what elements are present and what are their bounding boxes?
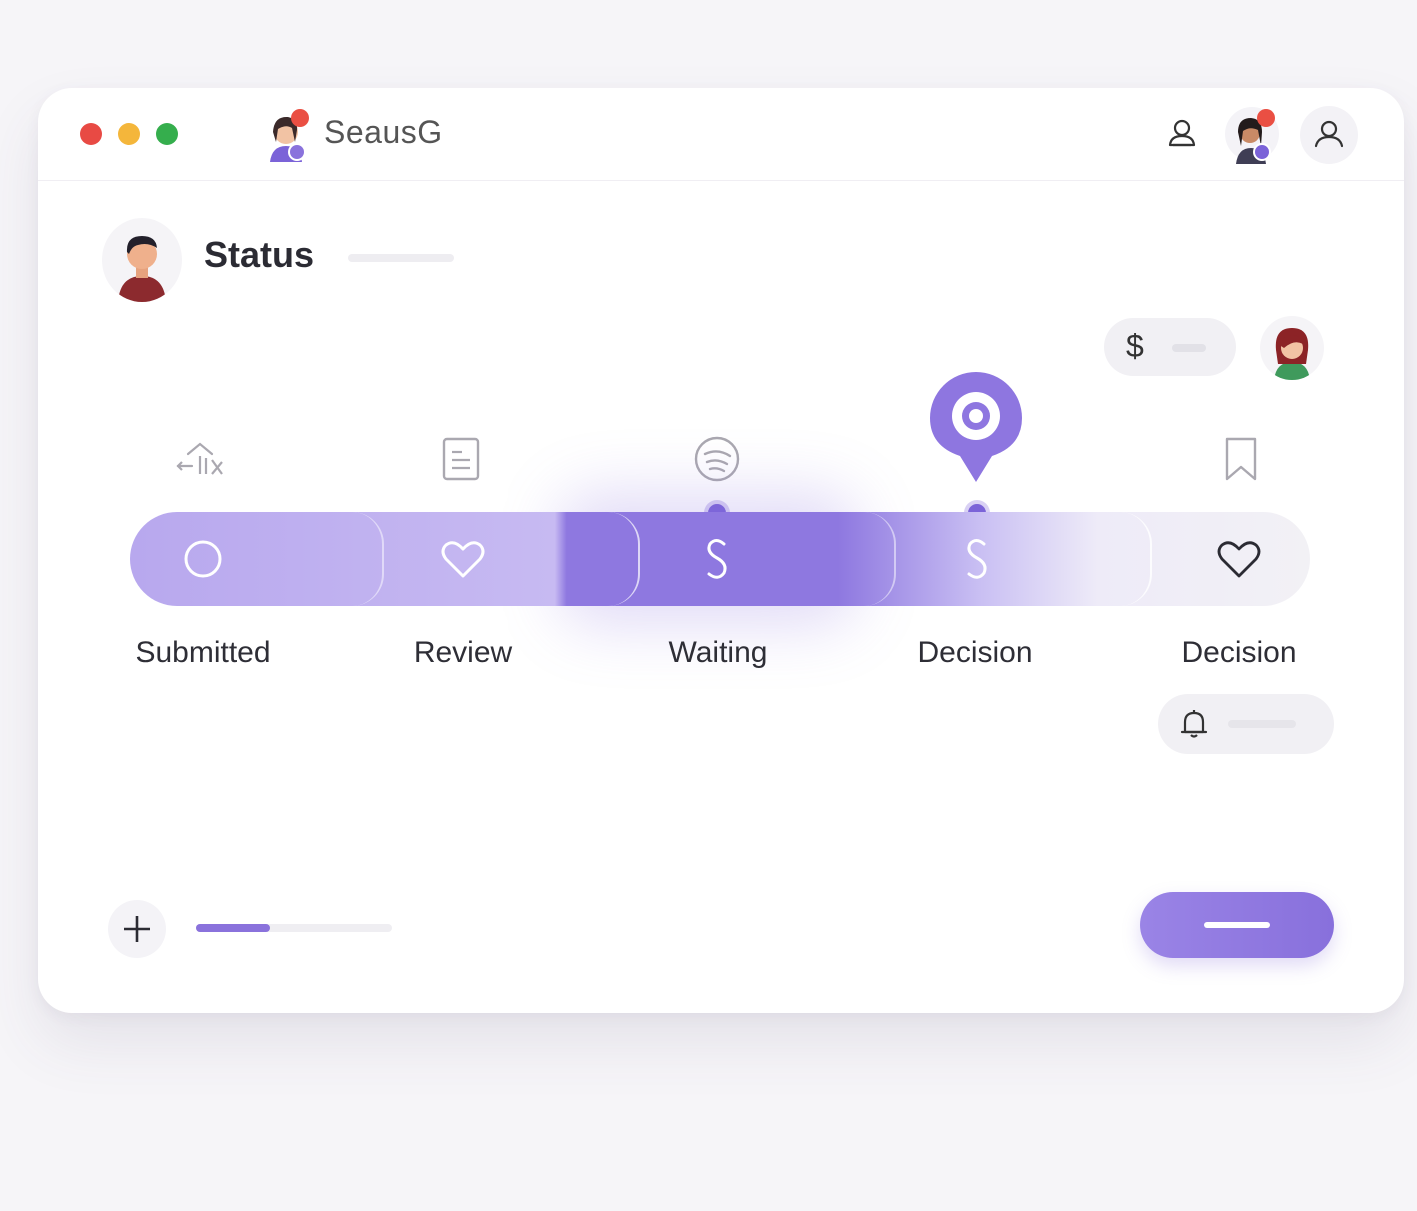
app-avatar-icon xyxy=(270,109,309,162)
amount-pill[interactable]: $ xyxy=(1104,318,1236,376)
minus-icon xyxy=(1204,922,1270,928)
amount-placeholder xyxy=(1172,344,1206,352)
step-label-waiting: Waiting xyxy=(668,636,768,669)
segment-divider xyxy=(608,512,640,606)
dollar-s-icon[interactable] xyxy=(690,532,744,586)
title-bar: SeausG xyxy=(38,88,1404,181)
location-pin-icon xyxy=(930,372,1022,482)
maximize-window-button[interactable] xyxy=(156,123,178,145)
segment-divider xyxy=(352,512,384,606)
plus-icon xyxy=(124,916,150,942)
heart-icon[interactable] xyxy=(436,532,490,586)
step-label-review: Review xyxy=(413,636,513,669)
user-circle-icon xyxy=(1314,120,1344,148)
page-title: Status xyxy=(204,234,315,275)
subtitle-placeholder xyxy=(348,254,454,262)
step-label-submitted: Submitted xyxy=(135,636,271,669)
bell-icon xyxy=(1180,710,1208,738)
bottom-progress-fill xyxy=(196,924,271,932)
segment-divider xyxy=(864,512,896,606)
app-title: SeausG xyxy=(324,114,443,150)
woman-avatar-icon xyxy=(1274,328,1310,380)
user-outline-icon[interactable] xyxy=(1160,112,1204,156)
progress-track xyxy=(130,512,1310,606)
add-button[interactable] xyxy=(108,900,166,958)
notification-pill[interactable] xyxy=(1158,694,1334,754)
step-label-decision: Decision xyxy=(917,636,1033,669)
segment-divider xyxy=(1120,512,1152,606)
user-avatar-icon[interactable] xyxy=(1224,106,1280,166)
notification-placeholder xyxy=(1228,720,1296,728)
profile-button[interactable] xyxy=(1300,106,1358,164)
app-window: SeausG Status $ Submitted Review Waiting… xyxy=(38,88,1404,1013)
status-avatar[interactable] xyxy=(102,218,182,302)
man-avatar-icon xyxy=(118,236,166,302)
close-window-button[interactable] xyxy=(80,123,102,145)
primary-action-button[interactable] xyxy=(1140,892,1334,958)
dollar-s-icon[interactable] xyxy=(950,532,1004,586)
cloud-upload-icon xyxy=(176,442,223,475)
circle-icon[interactable] xyxy=(176,532,230,586)
heart-outline-icon[interactable] xyxy=(1212,532,1266,586)
bookmark-icon xyxy=(1225,437,1257,481)
step-label-decision-final: Decision xyxy=(1181,636,1297,669)
document-icon xyxy=(442,437,480,481)
assignee-avatar[interactable] xyxy=(1260,316,1324,380)
dollar-sign: $ xyxy=(1126,328,1144,364)
signal-icon xyxy=(694,436,740,482)
bottom-progress-bar xyxy=(196,924,392,932)
minimize-window-button[interactable] xyxy=(118,123,140,145)
